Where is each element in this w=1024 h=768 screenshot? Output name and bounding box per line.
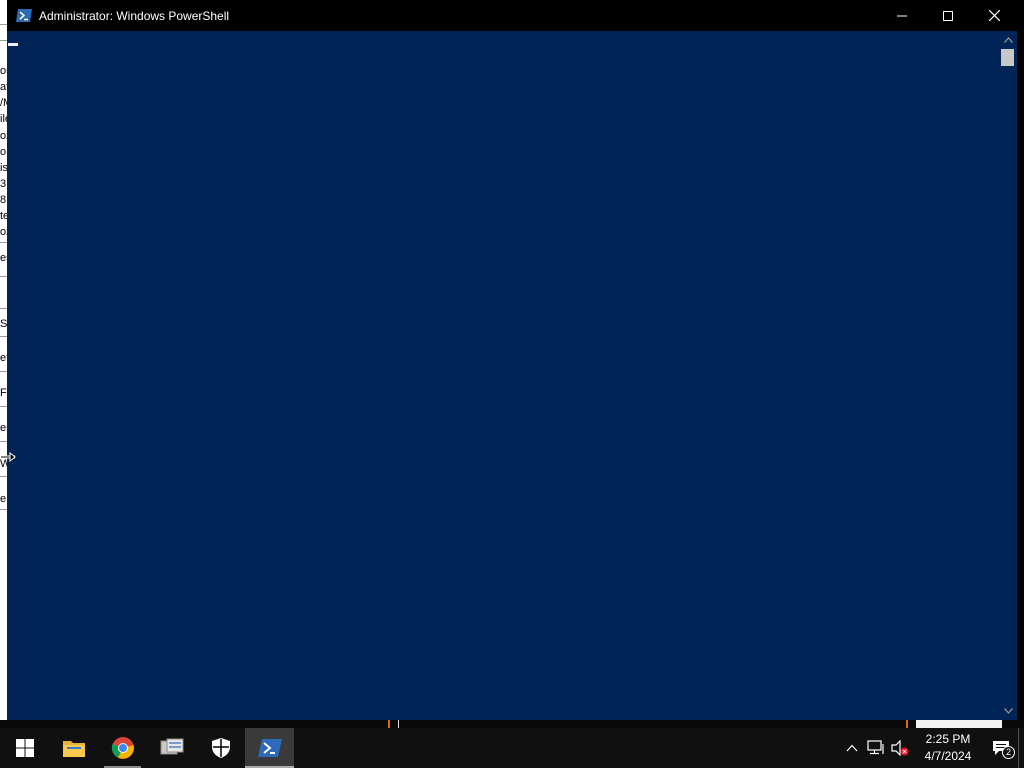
- scroll-up-icon[interactable]: [999, 33, 1017, 47]
- scroll-down-icon[interactable]: [999, 704, 1017, 718]
- desktop-background: [0, 720, 1024, 728]
- action-center-button[interactable]: 2: [984, 728, 1018, 768]
- chevron-up-icon: [846, 744, 858, 752]
- desktop-mark: [388, 720, 390, 728]
- shield-icon: [211, 738, 230, 758]
- taskbar-chrome[interactable]: [98, 728, 147, 768]
- windows-logo-icon: [15, 739, 34, 757]
- desktop-window-edge: [916, 720, 1002, 728]
- volume-muted-icon: [891, 740, 909, 756]
- desktop-mark: [398, 720, 399, 728]
- minimize-icon: [897, 15, 907, 16]
- show-hidden-icons-button[interactable]: [840, 728, 864, 768]
- clock-date: 4/7/2024: [924, 749, 972, 763]
- desktop-mark: [906, 720, 908, 728]
- start-button[interactable]: [0, 728, 49, 768]
- close-icon: [988, 10, 1000, 21]
- maximize-icon: [943, 10, 953, 21]
- maximize-button[interactable]: [925, 0, 971, 31]
- taskbar-file-explorer[interactable]: [49, 728, 98, 768]
- notification-count-badge: 2: [1002, 746, 1015, 759]
- folder-icon: [62, 741, 85, 757]
- close-button[interactable]: [971, 0, 1017, 31]
- server-manager-icon: [160, 738, 183, 755]
- network-icon: [867, 740, 884, 755]
- scrollbar-thumb[interactable]: [1001, 49, 1014, 66]
- taskbar-server-manager[interactable]: [147, 728, 196, 768]
- taskbar: 2:25 PM 4/7/2024 2: [0, 728, 1024, 768]
- text-cursor: [8, 43, 18, 46]
- network-button[interactable]: [864, 728, 888, 768]
- powershell-icon: [257, 739, 282, 757]
- chrome-icon: [111, 737, 134, 759]
- title-bar[interactable]: Administrator: Windows PowerShell: [7, 0, 1017, 31]
- clock-time: 2:25 PM: [925, 732, 971, 746]
- window-title: Administrator: Windows PowerShell: [39, 8, 230, 23]
- resize-cursor-icon: [0, 450, 16, 463]
- powershell-window[interactable]: Administrator: Windows PowerShell: [7, 0, 1017, 722]
- taskbar-powershell[interactable]: [245, 728, 294, 768]
- powershell-icon: [16, 9, 32, 23]
- system-tray: 2:25 PM 4/7/2024 2: [840, 728, 1024, 768]
- vertical-scrollbar[interactable]: [999, 31, 1017, 720]
- minimize-button[interactable]: [879, 0, 925, 31]
- clock[interactable]: 2:25 PM 4/7/2024: [912, 728, 984, 768]
- show-desktop-button[interactable]: [1018, 728, 1024, 768]
- console-area[interactable]: [7, 31, 999, 720]
- volume-button[interactable]: [888, 728, 912, 768]
- taskbar-windows-security[interactable]: [196, 728, 245, 768]
